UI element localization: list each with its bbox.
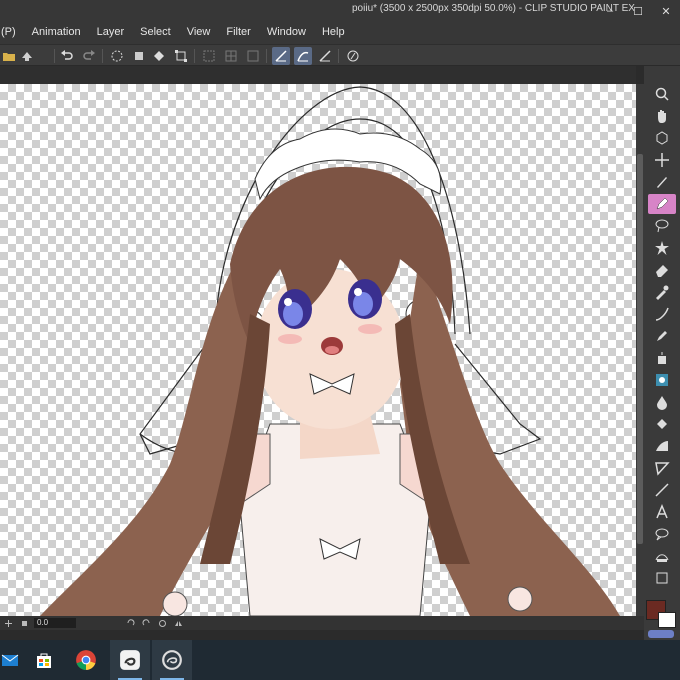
frame-tool-icon[interactable] bbox=[648, 546, 676, 566]
hand-tool-icon[interactable] bbox=[648, 106, 676, 126]
fill-icon[interactable] bbox=[150, 47, 168, 65]
ruler-snap-icon[interactable] bbox=[222, 47, 240, 65]
menu-item-layer[interactable]: Layer bbox=[89, 22, 133, 42]
eraser-tool-icon[interactable] bbox=[648, 260, 676, 280]
line-tool-icon[interactable] bbox=[648, 480, 676, 500]
lasso-tool-icon[interactable] bbox=[648, 216, 676, 236]
balloon-tool-icon[interactable] bbox=[648, 524, 676, 544]
save-icon[interactable] bbox=[18, 47, 36, 65]
undo-icon[interactable] bbox=[58, 47, 76, 65]
menu-item-view[interactable]: View bbox=[179, 22, 219, 42]
active-snap-icon[interactable] bbox=[272, 47, 290, 65]
menu-bar: poiiu* (3500 x 2500px 350dpi 50.0%) - CL… bbox=[0, 0, 680, 44]
figure-tool-icon[interactable] bbox=[648, 458, 676, 478]
open-folder-icon[interactable] bbox=[0, 47, 18, 65]
gradient-tool-icon[interactable] bbox=[648, 436, 676, 456]
left-cuff bbox=[162, 591, 188, 616]
operation-tool-icon[interactable] bbox=[648, 172, 676, 192]
zoom-value-field[interactable]: 0.0 bbox=[34, 618, 76, 628]
menu-item-select[interactable]: Select bbox=[132, 22, 179, 42]
special-ruler-icon[interactable] bbox=[344, 47, 362, 65]
layer-border-icon[interactable] bbox=[244, 47, 262, 65]
window-controls: – ☐ ✕ bbox=[596, 0, 680, 22]
menu-item-window[interactable]: Window bbox=[259, 22, 314, 42]
menu-list: (P) Animation Layer Select View Filter W… bbox=[0, 22, 353, 42]
fill-tool-icon[interactable] bbox=[648, 414, 676, 434]
eyedropper-tool-icon[interactable] bbox=[648, 282, 676, 302]
separator bbox=[194, 49, 195, 63]
grid-icon[interactable] bbox=[200, 47, 218, 65]
artwork-illustration bbox=[40, 86, 620, 616]
redo-icon[interactable] bbox=[80, 47, 98, 65]
separator bbox=[338, 49, 339, 63]
auto-select-tool-icon[interactable] bbox=[648, 238, 676, 258]
text-tool-icon[interactable] bbox=[648, 502, 676, 522]
chrome-icon[interactable] bbox=[66, 640, 106, 680]
clip-studio-paint-icon[interactable] bbox=[152, 640, 192, 680]
vertical-scrollbar[interactable] bbox=[636, 84, 644, 616]
zoom-tool-icon[interactable] bbox=[648, 84, 676, 104]
clip-studio-icon[interactable] bbox=[110, 640, 150, 680]
marker-tool-icon[interactable] bbox=[648, 326, 676, 346]
clear-icon[interactable] bbox=[130, 47, 148, 65]
pen-tool-icon[interactable] bbox=[648, 194, 676, 214]
rotate-left-icon[interactable] bbox=[124, 617, 136, 629]
sub-color-swatch[interactable] bbox=[658, 612, 676, 628]
canvas-tab-bar bbox=[0, 66, 636, 84]
separator bbox=[54, 49, 55, 63]
drawing-canvas[interactable] bbox=[0, 84, 636, 616]
add-icon[interactable] bbox=[2, 617, 14, 629]
command-bar bbox=[0, 44, 680, 66]
transform-icon[interactable] bbox=[172, 47, 190, 65]
blend-tool-icon[interactable] bbox=[648, 304, 676, 324]
status-bar: 0.0 bbox=[0, 616, 644, 630]
airbrush-tool-icon[interactable] bbox=[648, 348, 676, 368]
curve-snap-icon[interactable] bbox=[294, 47, 312, 65]
ruler-tool-icon[interactable] bbox=[648, 568, 676, 588]
maximize-button[interactable]: ☐ bbox=[624, 0, 652, 22]
menu-item-animation[interactable]: Animation bbox=[24, 22, 89, 42]
water-drop-tool-icon[interactable] bbox=[648, 392, 676, 412]
menu-item-help[interactable]: Help bbox=[314, 22, 353, 42]
line-snap-icon[interactable] bbox=[316, 47, 334, 65]
windows-taskbar bbox=[0, 640, 680, 680]
rotate-right-icon[interactable] bbox=[140, 617, 152, 629]
minimize-button[interactable]: – bbox=[596, 0, 624, 22]
square-icon[interactable] bbox=[18, 617, 30, 629]
rotate-tool-icon[interactable] bbox=[648, 128, 676, 148]
store-icon[interactable] bbox=[24, 640, 64, 680]
decoration-tool-icon[interactable] bbox=[648, 370, 676, 390]
reset-rotation-icon[interactable] bbox=[156, 617, 168, 629]
close-button[interactable]: ✕ bbox=[652, 0, 680, 22]
move-layer-tool-icon[interactable] bbox=[648, 150, 676, 170]
menu-item-edit[interactable]: (P) bbox=[0, 22, 24, 42]
flip-icon[interactable] bbox=[172, 617, 184, 629]
window-title: poiiu* (3500 x 2500px 350dpi 50.0%) - CL… bbox=[352, 3, 635, 14]
separator bbox=[266, 49, 267, 63]
tool-palette bbox=[644, 66, 680, 640]
separator bbox=[102, 49, 103, 63]
transparent-color-toggle[interactable] bbox=[648, 630, 674, 638]
right-cuff bbox=[507, 586, 533, 612]
selection-loading-icon[interactable] bbox=[108, 47, 126, 65]
clip-studio-window: poiiu* (3500 x 2500px 350dpi 50.0%) - CL… bbox=[0, 0, 680, 680]
menu-item-filter[interactable]: Filter bbox=[218, 22, 258, 42]
hair-back-right bbox=[400, 254, 620, 616]
scrollbar-thumb[interactable] bbox=[637, 154, 643, 544]
